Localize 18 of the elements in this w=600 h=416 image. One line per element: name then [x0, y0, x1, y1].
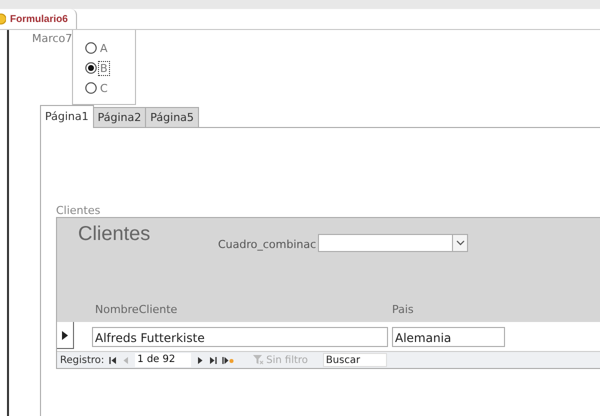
navigation-label: Registro: — [60, 354, 104, 366]
search-field[interactable]: Buscar — [322, 353, 387, 367]
combo-label: Cuadro_combinac — [218, 238, 316, 251]
tab[interactable]: Página5 — [145, 107, 199, 128]
option-label[interactable]: C — [98, 80, 110, 96]
column-label: Pais — [392, 303, 414, 316]
subform-label: Clientes — [56, 204, 102, 217]
document-tab[interactable]: Formulario6 — [0, 9, 77, 29]
tab[interactable]: Página1 — [40, 105, 94, 128]
text-field[interactable]: Alfreds Futterkiste — [92, 326, 388, 346]
subform-title: Clientes — [78, 223, 152, 246]
text-field[interactable]: Alemania — [392, 326, 505, 346]
tab[interactable]: Página2 — [92, 107, 146, 128]
record-position-field[interactable]: 1 de 92 — [135, 353, 192, 367]
column-label: NombreCliente — [95, 303, 178, 316]
option-group-label: Marco7 — [32, 32, 72, 45]
option-label[interactable]: A — [98, 40, 110, 56]
option-label[interactable]: B — [98, 60, 110, 76]
